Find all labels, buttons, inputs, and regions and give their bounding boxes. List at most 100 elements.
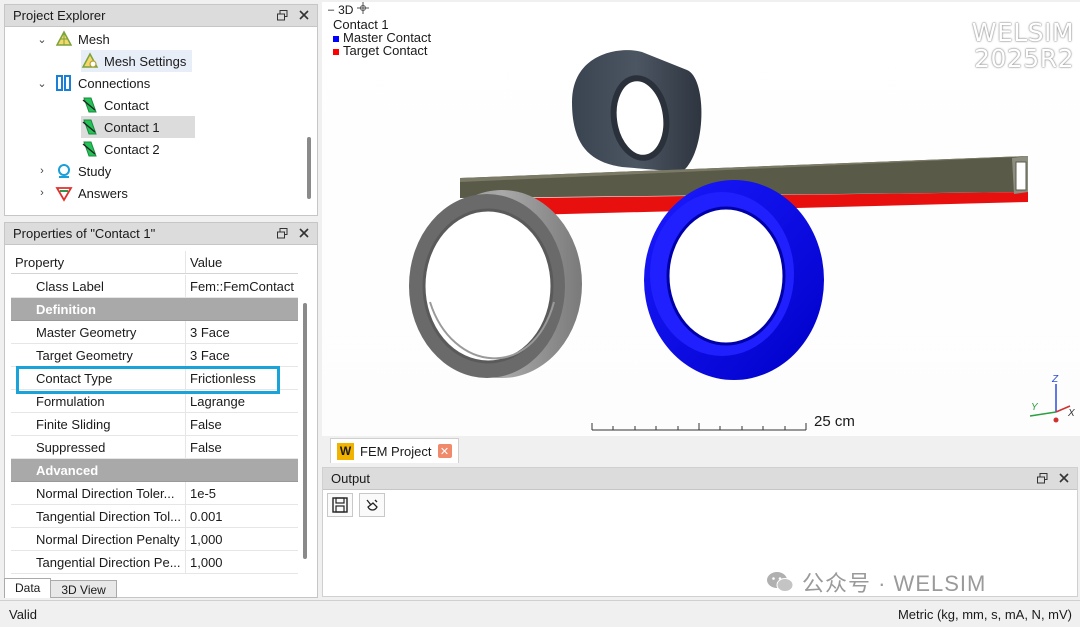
properties-title: Properties of "Contact 1" [13, 226, 156, 241]
property-name: Tangential Direction Tol... [11, 505, 186, 527]
mesh-settings-icon [81, 52, 99, 70]
property-group-advanced[interactable]: Advanced [11, 459, 298, 482]
property-value[interactable]: False [186, 417, 298, 432]
close-icon[interactable] [297, 8, 311, 22]
project-explorer-title: Project Explorer [13, 8, 106, 23]
property-value[interactable]: False [186, 440, 298, 455]
property-value[interactable]: 1,000 [186, 532, 298, 547]
contact-icon [81, 140, 99, 158]
properties-header: Properties of "Contact 1" [5, 223, 317, 245]
property-row-target-geometry[interactable]: Target Geometry 3 Face [11, 344, 298, 367]
property-name: Target Geometry [11, 344, 186, 366]
grey-roller [409, 190, 582, 378]
tree-item-label: Mesh [78, 31, 110, 47]
mesh-icon [55, 30, 73, 48]
property-value[interactable]: 3 Face [186, 325, 298, 340]
group-label: Definition [36, 301, 96, 317]
project-explorer-header: Project Explorer [5, 5, 317, 27]
axis-label-z: Z [1052, 374, 1059, 385]
chevron-down-icon[interactable]: ⌄ [35, 77, 49, 90]
tree-item-answers[interactable]: › Answers [35, 182, 128, 204]
tree-item-label: Answers [78, 185, 128, 201]
property-row-finite-sliding[interactable]: Finite Sliding False [11, 413, 298, 436]
property-value[interactable]: 1,000 [186, 555, 298, 570]
chevron-down-icon[interactable]: ⌄ [35, 33, 49, 46]
scale-bar [591, 423, 807, 431]
wechat-watermark: 公众号 · WELSIM [766, 566, 986, 598]
tree-item-label: Contact [104, 97, 149, 113]
broom-icon [366, 499, 378, 511]
column-header-value: Value [190, 254, 223, 270]
explorer-scrollbar[interactable] [307, 137, 311, 199]
tab-fem-project[interactable]: W FEM Project ✕ [330, 438, 459, 463]
output-toolbar [327, 493, 385, 517]
tree-item-mesh-settings[interactable]: Mesh Settings [81, 50, 193, 72]
property-row-tangential-direction-penalty[interactable]: Tangential Direction Pe... 1,000 [11, 551, 298, 574]
property-row-tangential-direction-tolerance[interactable]: Tangential Direction Tol... 0.001 [11, 505, 298, 528]
tree-item-study[interactable]: › Study [35, 160, 111, 182]
close-tab-icon[interactable]: ✕ [437, 444, 452, 458]
properties-table-header: Property Value [11, 251, 298, 274]
property-name: Normal Direction Toler... [11, 482, 186, 504]
tree-item-connections[interactable]: ⌄ Connections [35, 72, 150, 94]
property-row-master-geometry[interactable]: Master Geometry 3 Face [11, 321, 298, 344]
tab-3d-view[interactable]: 3D View [50, 580, 117, 598]
close-icon[interactable] [297, 226, 311, 240]
property-row-suppressed[interactable]: Suppressed False [11, 436, 298, 459]
close-icon[interactable] [1057, 471, 1071, 485]
chevron-right-icon[interactable]: › [35, 165, 49, 177]
properties-scrollbar[interactable] [303, 303, 307, 559]
model-render [409, 50, 1071, 431]
float-icon[interactable] [275, 8, 289, 22]
document-tabs: W FEM Project ✕ [322, 437, 1080, 464]
property-value[interactable]: Fem::FemContact [186, 279, 298, 294]
master-roller [644, 180, 824, 380]
tree-item-contact-2[interactable]: Contact 2 [81, 138, 160, 160]
doc-tab-label: FEM Project [360, 443, 432, 459]
project-explorer-panel: Project Explorer ⌄ Mesh Mesh Settings ⌄ [4, 4, 318, 216]
property-name: Master Geometry [11, 321, 186, 343]
tree-item-contact-1[interactable]: Contact 1 [81, 116, 195, 138]
tree-item-label: Contact 1 [104, 119, 160, 135]
tree-item-label: Mesh Settings [104, 53, 187, 69]
status-left: Valid [9, 607, 37, 622]
property-row-normal-direction-penalty[interactable]: Normal Direction Penalty 1,000 [11, 528, 298, 551]
wechat-icon [767, 572, 794, 592]
tree-item-label: Contact 2 [104, 141, 160, 157]
property-value[interactable]: 1e-5 [186, 486, 298, 501]
property-value[interactable]: Lagrange [186, 394, 298, 409]
chevron-right-icon[interactable]: › [35, 187, 49, 199]
column-header-property: Property [11, 251, 186, 273]
axis-label-y: Y [1031, 402, 1038, 413]
status-units: Metric (kg, mm, s, mA, N, mV) [897, 607, 1072, 622]
group-label: Advanced [36, 462, 99, 478]
tree-item-label: Study [78, 163, 112, 179]
watermark-text: 公众号 · WELSIM [802, 571, 987, 596]
contact-icon [81, 118, 99, 136]
float-icon[interactable] [1035, 471, 1049, 485]
tree-item-contact[interactable]: Contact [81, 94, 149, 116]
output-header: Output [323, 468, 1077, 490]
axis-label-x: X [1068, 408, 1075, 419]
property-name: Tangential Direction Pe... [11, 551, 186, 573]
tab-data[interactable]: Data [4, 578, 52, 598]
property-value[interactable]: 3 Face [186, 348, 298, 363]
property-name: Finite Sliding [11, 413, 186, 435]
scale-label: 25 cm [814, 413, 855, 430]
property-value[interactable]: 0.001 [186, 509, 298, 524]
answers-icon [55, 184, 73, 202]
property-row-normal-direction-tolerance[interactable]: Normal Direction Toler... 1e-5 [11, 482, 298, 505]
property-group-definition[interactable]: Definition [11, 298, 298, 321]
property-row-class-label[interactable]: Class Label Fem::FemContact [11, 275, 298, 298]
property-name: Suppressed [11, 436, 186, 458]
viewport-3d[interactable]: – 3D Contact 1 Master Contact Target Con… [322, 2, 1080, 436]
tree-item-mesh[interactable]: ⌄ Mesh [35, 28, 110, 50]
float-icon[interactable] [275, 226, 289, 240]
output-title: Output [331, 471, 371, 486]
property-name: Normal Direction Penalty [11, 528, 186, 550]
contact-type-highlight [16, 366, 280, 394]
save-icon [332, 497, 348, 513]
panel-tabs: Data 3D View [4, 578, 117, 598]
clear-button[interactable] [359, 493, 385, 517]
save-button[interactable] [327, 493, 353, 517]
